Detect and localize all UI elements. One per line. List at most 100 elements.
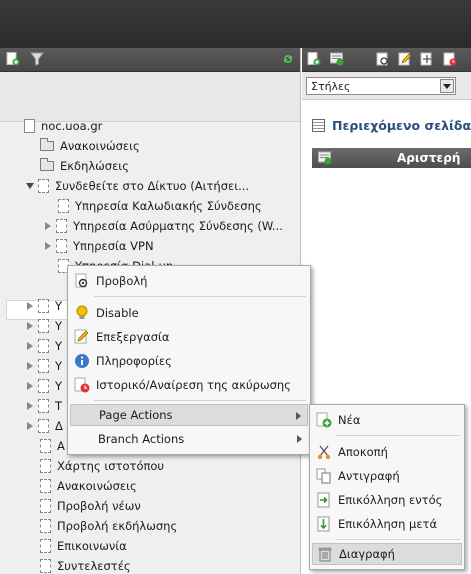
menu-item-label: Επικόλληση εντός: [338, 493, 443, 507]
expand-arrow-icon[interactable]: [27, 322, 33, 330]
tree-item-label: Υ: [55, 299, 63, 313]
submenu-item-paste-into[interactable]: Επικόλληση εντός: [312, 489, 462, 511]
refresh-icon[interactable]: [281, 52, 295, 66]
tree-item-label: Συνδεθείτε στο Δίκτυο (Αιτήσει...: [55, 179, 250, 193]
submenu-item-cut[interactable]: Αποκοπή: [312, 441, 462, 463]
tree-item[interactable]: Ανακοινώσεις: [40, 476, 137, 496]
tree-item-label: Δ: [55, 419, 63, 433]
new-page-icon[interactable]: [6, 52, 20, 66]
new-content-element-icon[interactable]: [318, 151, 332, 165]
expand-arrow-icon[interactable]: [27, 302, 33, 310]
edit-icon: [74, 329, 90, 345]
tree-item[interactable]: Προβολή νέων: [40, 496, 141, 516]
tree-item[interactable]: Συνδεθείτε στο Δίκτυο (Αιτήσει...: [26, 176, 249, 196]
page-icon: [38, 319, 49, 333]
page-icon: [40, 499, 51, 513]
page-icon: [38, 379, 49, 393]
tree-item-label: Προβολή νέων: [57, 499, 141, 513]
tree-item[interactable]: Υ: [26, 296, 62, 316]
new-record-icon[interactable]: [330, 52, 344, 66]
page-icon: [40, 439, 51, 453]
move-page-icon[interactable]: [420, 52, 434, 66]
top-header-bar: [0, 0, 471, 48]
menu-separator: [94, 296, 306, 297]
tree-item[interactable]: Α: [40, 436, 65, 456]
tree-item-label: Εκδηλώσεις: [60, 159, 129, 173]
expand-arrow-icon[interactable]: [45, 242, 51, 250]
page-icon: [40, 539, 51, 553]
new-content-icon[interactable]: [307, 52, 321, 66]
expand-arrow-icon[interactable]: [27, 422, 33, 430]
menu-item-label: Disable: [96, 306, 139, 320]
submenu-item-delete[interactable]: Διαγραφή: [312, 543, 462, 565]
collapse-arrow-icon[interactable]: [26, 183, 34, 189]
tree-item[interactable]: Τ: [26, 396, 62, 416]
page-content-heading: Περιεχόμενο σελίδας: [312, 118, 471, 133]
tree-item[interactable]: Υ: [26, 336, 62, 356]
tree-item[interactable]: Υπηρεσία Καλωδιακής Σύνδεσης: [58, 196, 262, 216]
menu-item-label: Νέα: [338, 413, 361, 427]
submenu-item-paste-after[interactable]: Επικόλληση μετά: [312, 513, 462, 535]
expand-arrow-icon[interactable]: [27, 382, 33, 390]
page-icon: [38, 399, 49, 413]
tree-root[interactable]: noc.uoa.gr: [24, 116, 102, 136]
menu-item-history[interactable]: Ιστορικό/Αναίρεση της ακύρωσης: [70, 374, 308, 396]
tree-item[interactable]: Υ: [26, 376, 62, 396]
columns-select[interactable]: Στήλες: [306, 77, 456, 95]
site-root-icon: [24, 119, 35, 133]
filter-icon[interactable]: [30, 52, 44, 66]
menu-item-info[interactable]: Πληροφορίες: [70, 350, 308, 372]
edit-page-icon[interactable]: [398, 52, 412, 66]
tree-item[interactable]: Δ: [26, 416, 63, 436]
tree-item-label: Α: [57, 439, 65, 453]
menu-item-label: Διαγραφή: [339, 547, 395, 561]
paste-into-icon: [316, 492, 332, 508]
tree-item-label: Ανακοινώσεις: [60, 139, 140, 153]
content-toolbar: [302, 48, 471, 72]
view-icon: [74, 273, 90, 289]
menu-item-branch-actions[interactable]: Branch Actions: [70, 428, 308, 450]
page-content-icon: [312, 119, 325, 132]
tree-item[interactable]: Υ: [26, 316, 62, 336]
page-icon: [40, 559, 51, 573]
chevron-down-icon[interactable]: [440, 79, 454, 93]
tree-item[interactable]: Υπηρεσία VPN: [44, 236, 154, 256]
expand-arrow-icon[interactable]: [27, 402, 33, 410]
tree-item[interactable]: Ανακοινώσεις: [40, 136, 140, 156]
history-icon[interactable]: [443, 52, 457, 66]
page-icon: [40, 519, 51, 533]
tree-item[interactable]: Χάρτης ιστοτόπου: [40, 456, 164, 476]
submenu-item-new[interactable]: Νέα: [312, 409, 462, 431]
left-column-header: Αριστερή: [312, 148, 471, 168]
expand-arrow-icon[interactable]: [45, 222, 51, 230]
page-icon: [38, 419, 49, 433]
page-icon: [40, 459, 51, 473]
tree-item[interactable]: Επικοινωνία: [40, 536, 127, 556]
menu-item-disable[interactable]: Disable: [70, 302, 308, 324]
page-icon: [40, 479, 51, 493]
copy-icon: [316, 468, 332, 484]
view-page-icon[interactable]: [376, 52, 390, 66]
menu-item-view[interactable]: Προβολή: [70, 270, 308, 292]
page-icon: [38, 359, 49, 373]
tree-item[interactable]: Υ: [26, 356, 62, 376]
tree-item[interactable]: Υπηρεσία Ασύρματης Σύνδεσης (W...: [44, 216, 283, 236]
menu-item-label: Προβολή: [96, 274, 148, 288]
paste-after-icon: [316, 516, 332, 532]
submenu-item-copy[interactable]: Αντιγραφή: [312, 465, 462, 487]
menu-item-label: Αποκοπή: [338, 445, 388, 459]
expand-arrow-icon[interactable]: [27, 342, 33, 350]
page-tree-toolbar: [0, 48, 300, 72]
page-icon: [56, 219, 67, 233]
menu-item-page-actions[interactable]: Page Actions: [70, 404, 308, 426]
page-actions-submenu: Νέα Αποκοπή Αντιγραφή Επικόλληση εντός Ε…: [309, 404, 465, 570]
tree-item[interactable]: Εκδηλώσεις: [40, 156, 129, 176]
tree-item[interactable]: Συντελεστές: [40, 556, 131, 574]
menu-item-edit[interactable]: Επεξεργασία: [70, 326, 308, 348]
expand-arrow-icon[interactable]: [27, 362, 33, 370]
page-icon: [58, 199, 69, 213]
content-subbar: Στήλες: [302, 72, 471, 100]
menu-separator: [94, 400, 306, 401]
menu-item-label: Επεξεργασία: [96, 330, 170, 344]
tree-item[interactable]: Προβολή εκδήλωσης: [40, 516, 177, 536]
